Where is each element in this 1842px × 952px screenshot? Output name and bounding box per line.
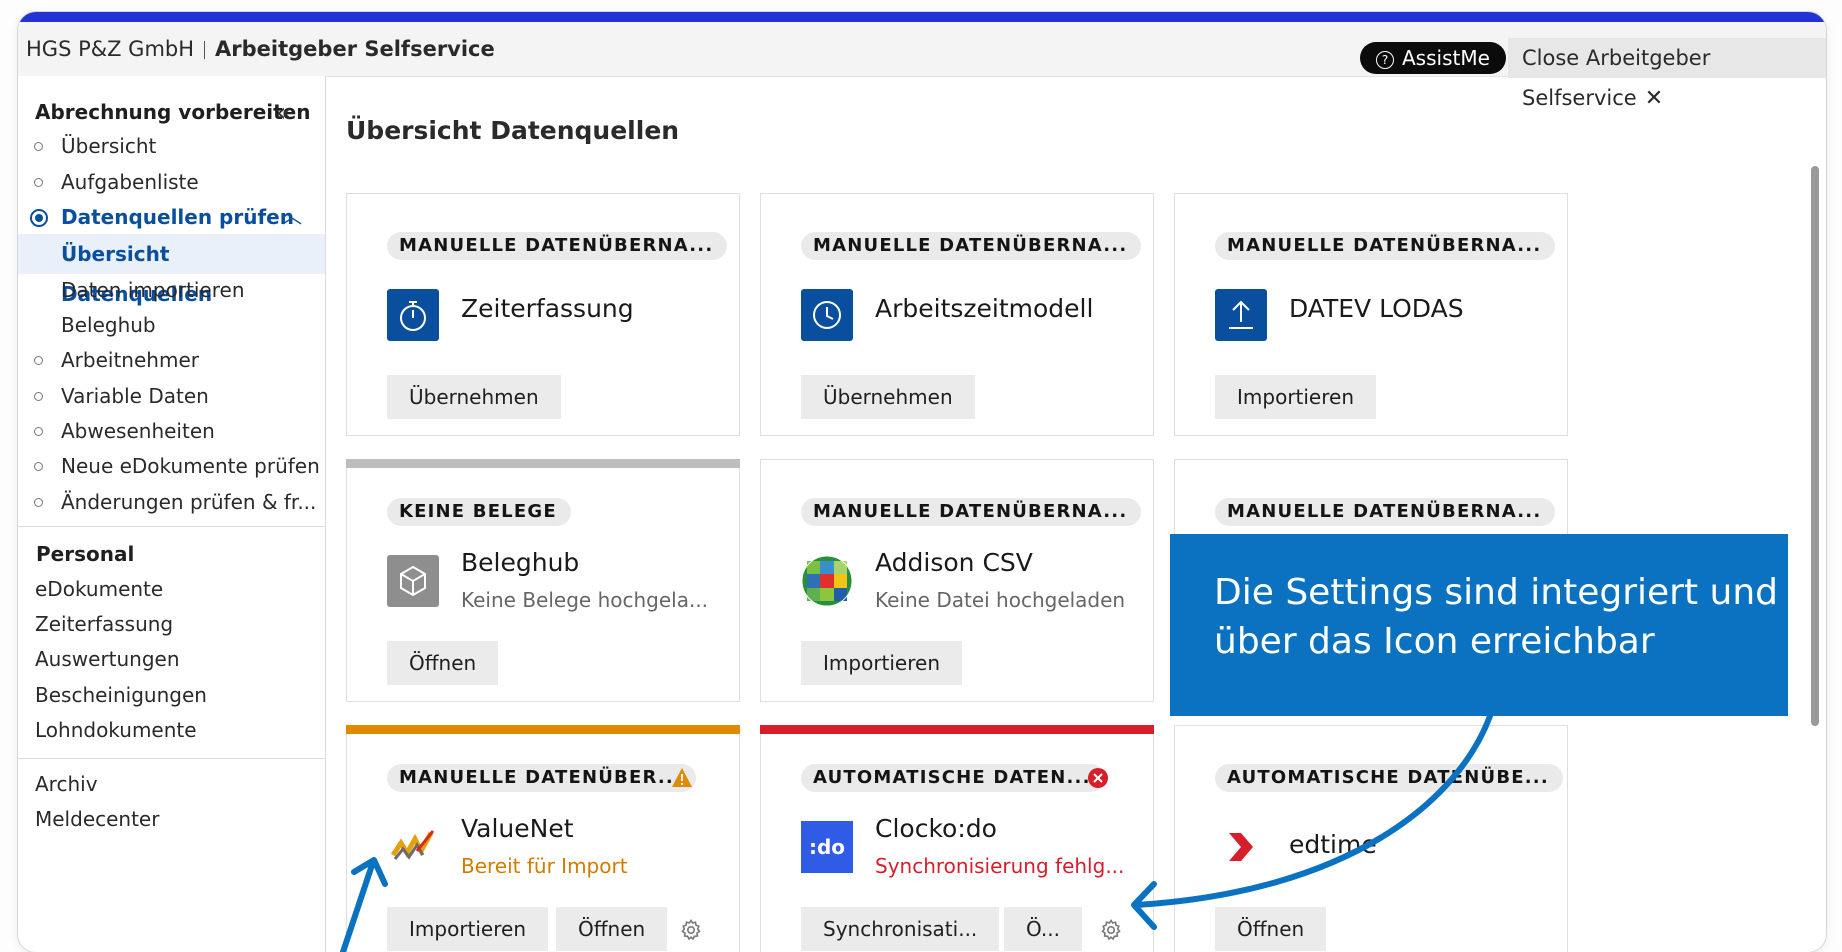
app-window: HGS P&Z GmbH Arbeitgeber Selfservice ? Ass… bbox=[18, 12, 1826, 952]
arrow-to-valuenet-icon bbox=[340, 857, 388, 952]
annotation-arrows bbox=[340, 713, 1493, 952]
arrow-to-gear-icon bbox=[1131, 713, 1493, 930]
